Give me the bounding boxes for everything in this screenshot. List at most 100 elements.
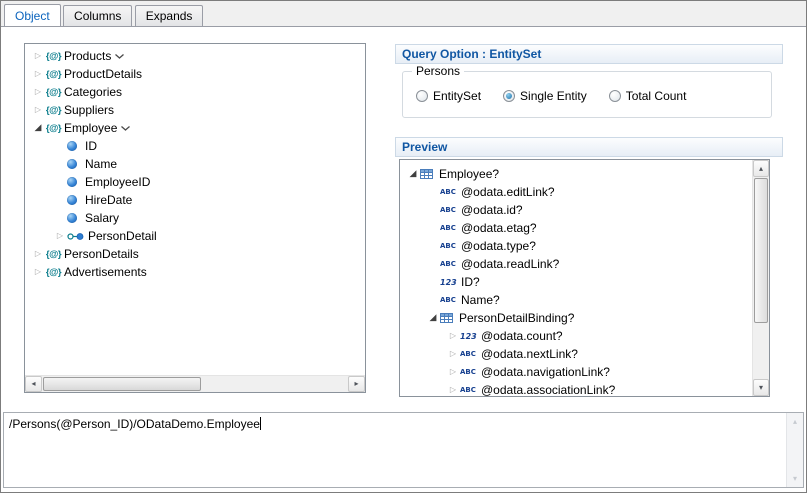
expander-collapsed-icon[interactable]: ▷ xyxy=(31,101,45,119)
preview-item[interactable]: ABC @odata.type? xyxy=(400,237,752,255)
scroll-up-icon: ▴ xyxy=(759,165,763,173)
expander-collapsed-icon[interactable]: ▷ xyxy=(31,263,45,281)
editor-scroll-up-button[interactable]: ▴ xyxy=(787,413,803,430)
field-icon xyxy=(67,195,77,205)
dropdown-chevron-icon[interactable] xyxy=(121,126,130,131)
preview-item[interactable]: ▷ 123 @odata.count? xyxy=(400,327,752,345)
preview-item-label: @odata.id? xyxy=(461,203,523,217)
radio-single-entity[interactable]: Single Entity xyxy=(503,89,587,103)
number-type-icon: 123 xyxy=(460,332,479,341)
tree-item-id[interactable]: ID xyxy=(25,137,365,155)
expander-collapsed-icon[interactable]: ▷ xyxy=(31,65,45,83)
table-icon xyxy=(440,312,454,324)
tree-item-persondetails[interactable]: ▷ {@} PersonDetails xyxy=(25,245,365,263)
tree-item-label: Products xyxy=(64,49,111,63)
scroll-up-button[interactable]: ▴ xyxy=(753,160,769,177)
expander-expanded-icon[interactable]: ◢ xyxy=(426,309,440,327)
radio-label: EntitySet xyxy=(433,89,481,103)
preview-item-label: @odata.associationLink? xyxy=(481,383,615,396)
tree-item-salary[interactable]: Salary xyxy=(25,209,365,227)
preview-item-label: @odata.readLink? xyxy=(461,257,559,271)
preview-item[interactable]: 123 ID? xyxy=(400,273,752,291)
path-text[interactable]: /Persons(@Person_ID)/ODataDemo.Employee xyxy=(9,417,783,431)
editor-scrollbar[interactable]: ▴ ▾ xyxy=(786,413,803,487)
preview-item[interactable]: ABC @odata.editLink? xyxy=(400,183,752,201)
field-icon xyxy=(67,159,77,169)
preview-item-label: @odata.type? xyxy=(461,239,536,253)
preview-item[interactable]: ▷ ABC @odata.navigationLink? xyxy=(400,363,752,381)
radio-circle[interactable] xyxy=(503,90,515,102)
tree-item-label: HireDate xyxy=(85,193,132,207)
entity-tree: ▷ {@} Products ▷ {@} ProductDetails ▷ {@… xyxy=(25,44,365,375)
expander-expanded-icon[interactable]: ◢ xyxy=(406,165,420,183)
preview-item[interactable]: ABC @odata.readLink? xyxy=(400,255,752,273)
query-option-radio-group: EntitySet Single Entity Total Count xyxy=(416,89,686,103)
scroll-right-button[interactable]: ▸ xyxy=(348,376,365,392)
preview-item-label: @odata.nextLink? xyxy=(481,347,578,361)
preview-item-persondetailbinding[interactable]: ◢ PersonDetailBinding? xyxy=(400,309,752,327)
field-icon xyxy=(67,141,77,151)
preview-item[interactable]: ▷ ABC @odata.nextLink? xyxy=(400,345,752,363)
preview-item-employee[interactable]: ◢ Employee? xyxy=(400,165,752,183)
horizontal-scrollbar[interactable]: ◂ ▸ xyxy=(25,375,365,392)
expander-collapsed-icon[interactable]: ▷ xyxy=(446,363,460,381)
tree-item-employee[interactable]: ◢ {@} Employee xyxy=(25,119,365,137)
table-icon xyxy=(420,168,434,180)
radio-circle[interactable] xyxy=(609,90,621,102)
tree-item-label: PersonDetails xyxy=(64,247,139,261)
radio-label: Total Count xyxy=(626,89,687,103)
tab-columns[interactable]: Columns xyxy=(63,5,132,27)
tree-item-label: Suppliers xyxy=(64,103,114,117)
expander-expanded-icon[interactable]: ◢ xyxy=(31,119,45,137)
tree-item-label: ID xyxy=(85,139,97,153)
tab-object[interactable]: Object xyxy=(4,4,61,27)
tree-item-label: Employee xyxy=(64,121,117,135)
preview-item[interactable]: ABC @odata.etag? xyxy=(400,219,752,237)
entity-icon: {@} xyxy=(45,123,62,134)
vertical-scroll-thumb[interactable] xyxy=(754,178,768,323)
dropdown-chevron-icon[interactable] xyxy=(115,54,124,59)
vertical-scrollbar[interactable]: ▴ ▾ xyxy=(752,160,769,396)
tree-item-hiredate[interactable]: HireDate xyxy=(25,191,365,209)
expander-collapsed-icon[interactable]: ▷ xyxy=(31,47,45,65)
tree-item-productdetails[interactable]: ▷ {@} ProductDetails xyxy=(25,65,365,83)
tree-item-persondetail[interactable]: ▷ PersonDetail xyxy=(25,227,365,245)
tree-item-label: ProductDetails xyxy=(64,67,142,81)
entity-icon: {@} xyxy=(45,105,62,116)
entity-icon: {@} xyxy=(45,69,62,80)
field-icon xyxy=(67,177,77,187)
path-editor[interactable]: /Persons(@Person_ID)/ODataDemo.Employee … xyxy=(3,412,804,488)
preview-item[interactable]: ▷ ABC @odata.associationLink? xyxy=(400,381,752,396)
scroll-down-button[interactable]: ▾ xyxy=(753,379,769,396)
expander-collapsed-icon[interactable]: ▷ xyxy=(446,345,460,363)
editor-scroll-down-button[interactable]: ▾ xyxy=(787,470,803,487)
scroll-left-button[interactable]: ◂ xyxy=(25,376,42,392)
scroll-left-icon: ◂ xyxy=(31,380,35,388)
preview-item[interactable]: ABC Name? xyxy=(400,291,752,309)
tree-item-suppliers[interactable]: ▷ {@} Suppliers xyxy=(25,101,365,119)
radio-total-count[interactable]: Total Count xyxy=(609,89,687,103)
expander-collapsed-icon[interactable]: ▷ xyxy=(31,245,45,263)
preview-item-label: PersonDetailBinding? xyxy=(459,311,574,325)
preview-item[interactable]: ABC @odata.id? xyxy=(400,201,752,219)
tree-item-categories[interactable]: ▷ {@} Categories xyxy=(25,83,365,101)
radio-entityset[interactable]: EntitySet xyxy=(416,89,481,103)
preview-item-label: @odata.navigationLink? xyxy=(481,365,610,379)
expander-collapsed-icon[interactable]: ▷ xyxy=(446,381,460,396)
tree-item-advertisements[interactable]: ▷ {@} Advertisements xyxy=(25,263,365,281)
persons-groupbox: Persons EntitySet Single Entity Total Co… xyxy=(402,71,772,118)
tab-expands[interactable]: Expands xyxy=(135,5,204,27)
expander-collapsed-icon[interactable]: ▷ xyxy=(31,83,45,101)
path-value: /Persons(@Person_ID)/ODataDemo.Employee xyxy=(9,417,260,431)
expander-collapsed-icon[interactable]: ▷ xyxy=(53,227,67,245)
radio-circle[interactable] xyxy=(416,90,428,102)
tree-item-products[interactable]: ▷ {@} Products xyxy=(25,47,365,65)
relation-icon xyxy=(67,232,84,241)
string-type-icon: ABC xyxy=(460,368,479,376)
preview-tree: ◢ Employee? ABC @odata.editLink? ABC @o xyxy=(400,160,752,396)
entity-icon: {@} xyxy=(45,249,62,260)
expander-collapsed-icon[interactable]: ▷ xyxy=(446,327,460,345)
tree-item-name[interactable]: Name xyxy=(25,155,365,173)
tree-item-employeeid[interactable]: EmployeeID xyxy=(25,173,365,191)
horizontal-scroll-thumb[interactable] xyxy=(43,377,201,391)
